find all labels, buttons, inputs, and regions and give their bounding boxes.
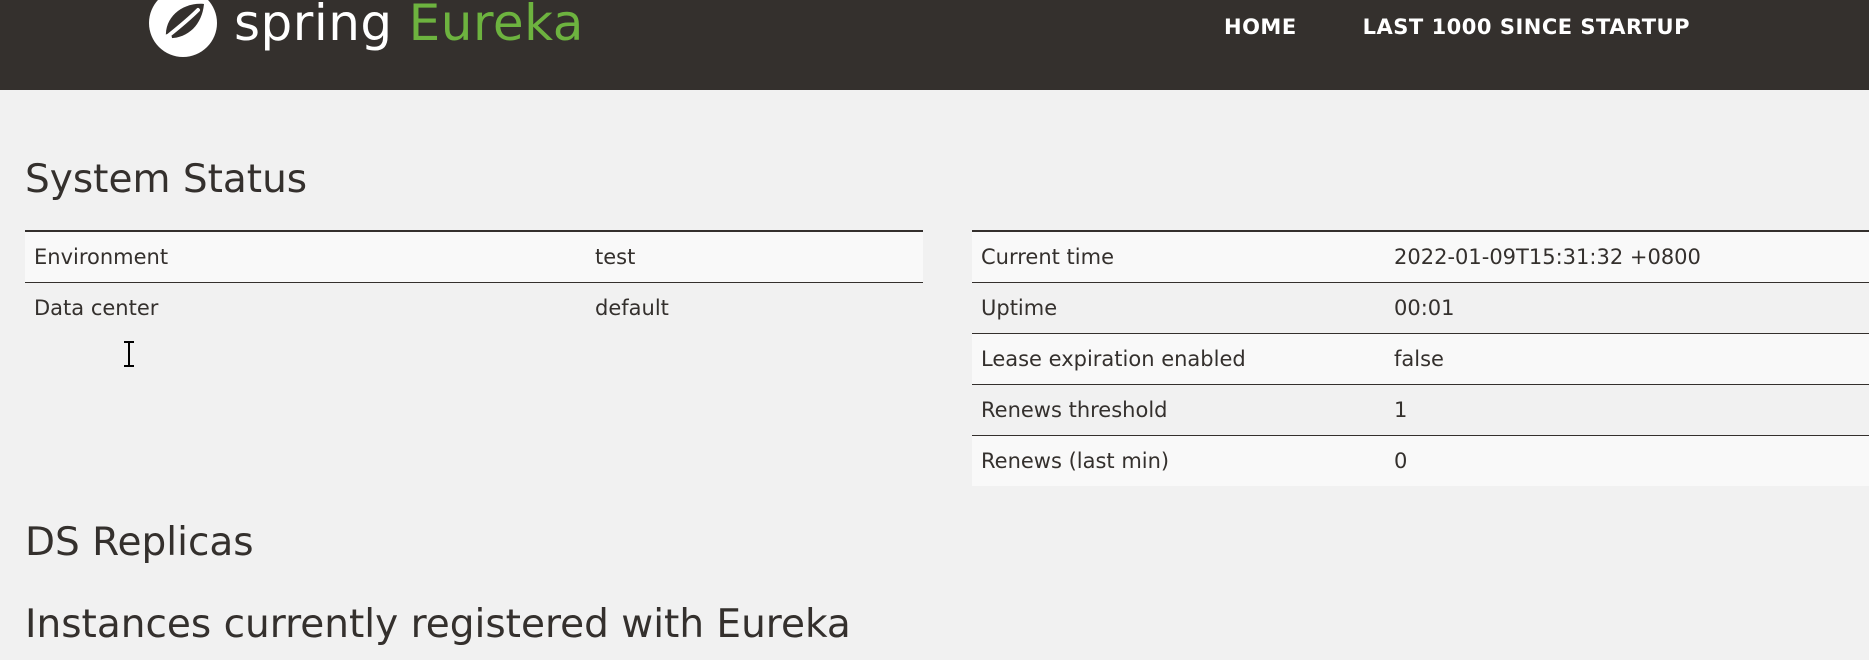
brand-home-link[interactable]: spring Eureka: [146, 0, 584, 60]
environment-value: test: [586, 231, 923, 283]
renews-threshold-value: 1: [1385, 384, 1869, 436]
table-row: Renews (last min) 0: [972, 435, 1869, 486]
spring-leaf-icon: [146, 0, 220, 60]
system-status-left-table: Environment test Data center default: [25, 230, 923, 333]
top-navbar: spring Eureka HOME LAST 1000 SINCE STARTU…: [0, 0, 1869, 90]
nav-last-1000-link[interactable]: LAST 1000 SINCE STARTUP: [1363, 15, 1690, 39]
current-time-value: 2022-01-09T15:31:32 +0800: [1385, 231, 1869, 283]
brand-word-eureka: Eureka: [408, 0, 584, 52]
data-center-value: default: [586, 282, 923, 333]
table-row: Current time 2022-01-09T15:31:32 +0800: [972, 231, 1869, 283]
ds-replicas-heading: DS Replicas: [25, 520, 254, 565]
table-row: Environment test: [25, 231, 923, 283]
table-row: Uptime 00:01: [972, 282, 1869, 334]
renews-last-min-label: Renews (last min): [972, 435, 1385, 486]
system-status-heading: System Status: [25, 157, 308, 202]
renews-last-min-value: 0: [1385, 435, 1869, 486]
lease-expiration-value: false: [1385, 333, 1869, 385]
uptime-label: Uptime: [972, 282, 1385, 334]
instances-heading: Instances currently registered with Eure…: [25, 602, 851, 647]
renews-threshold-label: Renews threshold: [972, 384, 1385, 436]
brand-word-spring: spring: [234, 0, 393, 52]
text-cursor-icon: [122, 340, 136, 372]
environment-label: Environment: [25, 231, 586, 283]
current-time-label: Current time: [972, 231, 1385, 283]
table-row: Data center default: [25, 282, 923, 333]
system-status-right-table: Current time 2022-01-09T15:31:32 +0800 U…: [972, 230, 1869, 486]
table-row: Lease expiration enabled false: [972, 333, 1869, 385]
data-center-label: Data center: [25, 282, 586, 333]
lease-expiration-label: Lease expiration enabled: [972, 333, 1385, 385]
uptime-value: 00:01: [1385, 282, 1869, 334]
nav-home-link[interactable]: HOME: [1224, 15, 1297, 39]
brand-title: spring Eureka: [234, 0, 584, 48]
table-row: Renews threshold 1: [972, 384, 1869, 436]
main-nav: HOME LAST 1000 SINCE STARTUP: [1224, 0, 1756, 54]
